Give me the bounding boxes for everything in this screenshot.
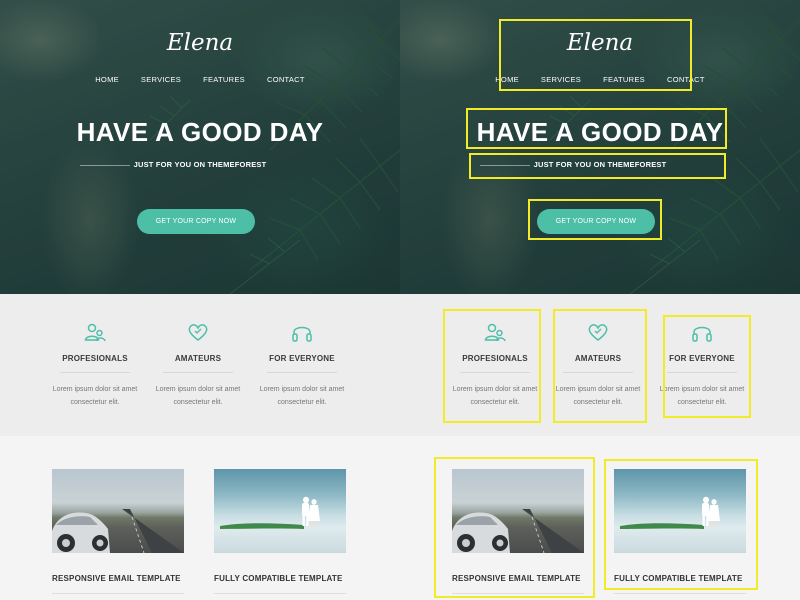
feature-divider (667, 372, 737, 373)
vintage-car-road-image (452, 469, 584, 553)
template-title: FULLY COMPATIBLE TEMPLATE (214, 574, 343, 583)
nav-item-home[interactable]: HOME (495, 75, 519, 84)
main-nav: HOME SERVICES FEATURES CONTACT (0, 75, 400, 84)
feature-text: Lorem ipsum dolor sit amet consectetur el… (555, 386, 641, 406)
template-divider (214, 593, 346, 594)
hero-section: Elena HOME SERVICES FEATURES CONTACT HAV… (400, 0, 800, 294)
heart-icon (188, 324, 208, 341)
nav-item-features[interactable]: FEATURES (203, 75, 245, 84)
users-icon (484, 323, 506, 342)
get-copy-button[interactable]: GET YOUR COPY NOW (137, 209, 255, 234)
feature-divider (460, 372, 530, 373)
template-title: RESPONSIVE EMAIL TEMPLATE (452, 574, 581, 583)
couple-on-beach-image (614, 469, 746, 553)
hero-subtitle-row: JUST FOR YOU ON THEMEFOREST (400, 160, 800, 172)
nav-item-features[interactable]: FEATURES (603, 75, 645, 84)
original-panel: Elena HOME SERVICES FEATURES CONTACT HAV… (0, 0, 400, 600)
annotated-panel: Elena HOME SERVICES FEATURES CONTACT HAV… (400, 0, 800, 600)
headphones-icon (292, 326, 312, 342)
hero-title: HAVE A GOOD DAY (76, 117, 324, 147)
feature-text: Lorem ipsum dolor sit amet consectetur el… (452, 386, 538, 406)
hero-subtitle: JUST FOR YOU ON THEMEFOREST (133, 160, 267, 169)
nav-item-home[interactable]: HOME (95, 75, 119, 84)
features-section: PROFESIONALS Lorem ipsum dolor sit amet c… (0, 294, 400, 436)
feature-title: PROFESIONALS (62, 354, 128, 363)
feature-title: AMATEURS (174, 354, 222, 363)
template-divider (52, 593, 184, 594)
template-title: RESPONSIVE EMAIL TEMPLATE (52, 574, 181, 583)
hero-title: HAVE A GOOD DAY (476, 117, 724, 147)
feature-divider (60, 372, 130, 373)
nav-item-services[interactable]: SERVICES (541, 75, 581, 84)
nav-item-contact[interactable]: CONTACT (267, 75, 305, 84)
hero-subtitle-row: JUST FOR YOU ON THEMEFOREST (0, 160, 400, 172)
template-card-compatible[interactable]: FULLY COMPATIBLE TEMPLATE (614, 469, 746, 594)
template-card-compatible[interactable]: FULLY COMPATIBLE TEMPLATE (214, 469, 346, 594)
feature-text: Lorem ipsum dolor sit amet consectetur el… (155, 386, 241, 406)
couple-on-beach-image (214, 469, 346, 553)
feature-title: FOR EVERYONE (269, 354, 335, 363)
feature-title: AMATEURS (574, 354, 622, 363)
template-card-responsive[interactable]: RESPONSIVE EMAIL TEMPLATE (52, 469, 184, 594)
nav-item-contact[interactable]: CONTACT (667, 75, 705, 84)
templates-section: RESPONSIVE EMAIL TEMPLATE FULLY COMPATIB… (0, 436, 400, 600)
features-section: PROFESIONALS Lorem ipsum dolor sit amet c… (400, 294, 800, 436)
feature-divider (267, 372, 337, 373)
main-nav: HOME SERVICES FEATURES CONTACT (400, 75, 800, 84)
hero-section: Elena HOME SERVICES FEATURES CONTACT HAV… (0, 0, 400, 294)
feature-title: FOR EVERYONE (669, 354, 735, 363)
template-title: FULLY COMPATIBLE TEMPLATE (614, 574, 743, 583)
feature-divider (563, 372, 633, 373)
template-divider (614, 593, 746, 594)
feature-text: Lorem ipsum dolor sit amet consectetur el… (52, 386, 138, 406)
hero-subtitle: JUST FOR YOU ON THEMEFOREST (533, 160, 667, 169)
heart-icon (588, 324, 608, 341)
feature-divider (163, 372, 233, 373)
template-divider (452, 593, 584, 594)
template-card-responsive[interactable]: RESPONSIVE EMAIL TEMPLATE (452, 469, 584, 594)
nav-item-services[interactable]: SERVICES (141, 75, 181, 84)
vintage-car-road-image (52, 469, 184, 553)
templates-section: RESPONSIVE EMAIL TEMPLATE FULLY COMPATIB… (400, 436, 800, 600)
headphones-icon (692, 326, 712, 342)
feature-title: PROFESIONALS (462, 354, 528, 363)
feature-text: Lorem ipsum dolor sit amet consectetur el… (259, 386, 345, 406)
feature-text: Lorem ipsum dolor sit amet consectetur el… (659, 386, 745, 406)
users-icon (84, 323, 106, 342)
get-copy-button[interactable]: GET YOUR COPY NOW (537, 209, 655, 234)
logo[interactable]: Elena (400, 30, 800, 56)
logo[interactable]: Elena (0, 30, 400, 56)
